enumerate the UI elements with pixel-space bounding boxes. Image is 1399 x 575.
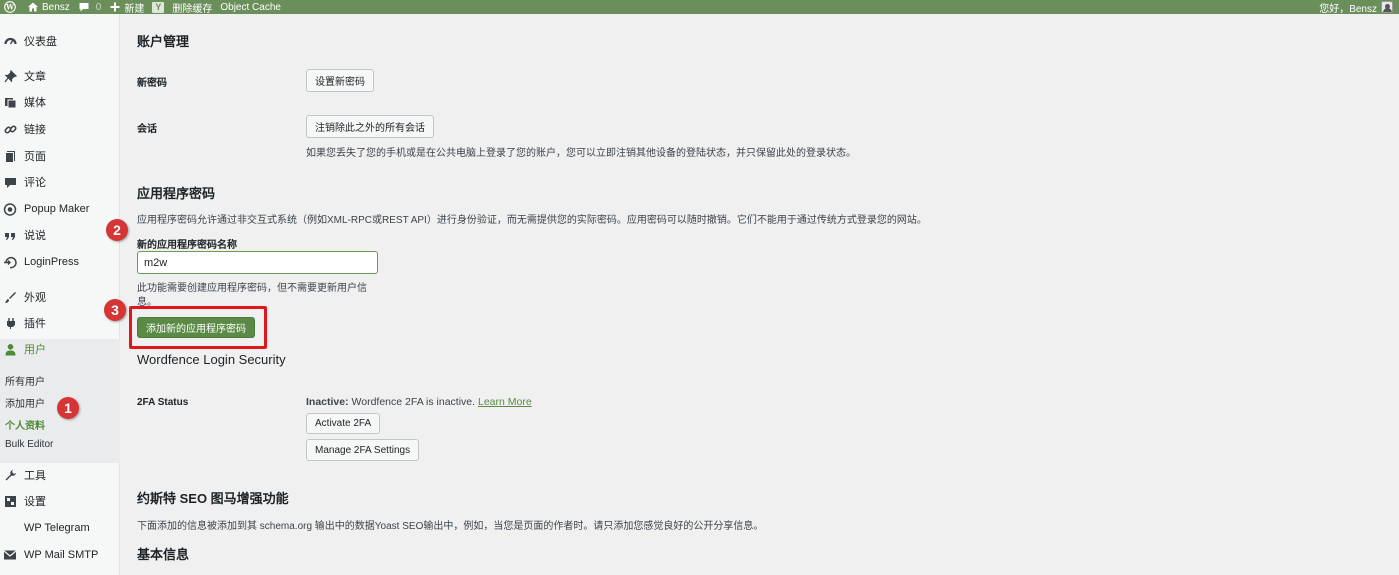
user-icon <box>3 342 17 356</box>
sessions-label: 会话 <box>137 124 157 135</box>
step-badge-2: 2 <box>106 219 128 241</box>
sidebar-item-appearance[interactable]: 外观 <box>0 286 120 308</box>
telegram-icon <box>3 521 17 535</box>
set-new-password-button[interactable]: 设置新密码 <box>306 69 374 92</box>
plugin-icon <box>3 316 17 330</box>
wordpress-logo-icon[interactable]: W <box>0 0 23 14</box>
app-passwords-section-title: 应用程序密码 <box>137 186 216 201</box>
sidebar-item-posts[interactable]: 文章 <box>0 65 120 87</box>
object-cache-link[interactable]: Object Cache <box>216 0 285 14</box>
submenu-bulk-editor[interactable]: Bulk Editor <box>5 439 53 450</box>
2fa-inactive-label: Inactive: <box>306 396 349 408</box>
media-icon <box>3 95 17 109</box>
app-password-help-line1: 此功能需要创建应用程序密码，但不需要更新用户信 <box>137 283 367 294</box>
sidebar-item-plugins[interactable]: 插件 <box>0 312 120 334</box>
sidebar-item-pages[interactable]: 页面 <box>0 145 120 167</box>
new-content-link[interactable]: 新建 <box>105 0 148 15</box>
plus-icon <box>110 2 120 12</box>
svg-text:W: W <box>5 3 14 12</box>
sidebar-item-wp-telegram[interactable]: WP Telegram <box>0 517 120 539</box>
yoast-description: 下面添加的信息被添加到其 schema.org 输出中的数据Yoast SEO输… <box>137 521 764 532</box>
account-greeting[interactable]: 您好，Bensz <box>1315 0 1397 15</box>
dashboard-icon <box>3 34 17 48</box>
sidebar-item-settings[interactable]: 设置 <box>0 490 120 512</box>
sidebar-item-users[interactable]: 用户 <box>0 338 120 360</box>
2fa-status-text: Inactive: Wordfence 2FA is inactive. Lea… <box>306 396 532 408</box>
yoast-menu[interactable]: Y <box>148 0 168 14</box>
sidebar-item-popup-maker[interactable]: Popup Maker <box>0 198 120 220</box>
step-badge-1: 1 <box>57 397 79 419</box>
2fa-inactive-text: Wordfence 2FA is inactive. <box>348 396 478 408</box>
home-icon <box>28 2 38 12</box>
app-password-name-label: 新的应用程序密码名称 <box>137 240 237 251</box>
yoast-icon: Y <box>152 1 165 13</box>
manage-2fa-settings-button[interactable]: Manage 2FA Settings <box>306 439 420 461</box>
sidebar-item-dashboard[interactable]: 仪表盘 <box>0 30 120 52</box>
pin-icon <box>3 69 17 83</box>
submenu-all-users[interactable]: 所有用户 <box>5 373 45 388</box>
settings-icon <box>3 494 17 508</box>
comments-link[interactable]: 0 <box>74 0 106 14</box>
wordfence-section-title: Wordfence Login Security <box>137 352 286 367</box>
sidebar-item-links[interactable]: 链接 <box>0 118 120 140</box>
sidebar-item-shuoshuo[interactable]: 说说 <box>0 224 120 246</box>
sidebar-item-wp-mail-smtp[interactable]: WP Mail SMTP <box>0 544 120 566</box>
sidebar-item-comments[interactable]: 评论 <box>0 171 120 193</box>
mail-icon <box>3 548 17 562</box>
add-button-highlight-box <box>129 306 267 349</box>
sidebar-item-loginpress[interactable]: LoginPress <box>0 251 120 273</box>
new-password-label: 新密码 <box>137 78 167 89</box>
learn-more-link[interactable]: Learn More <box>478 396 532 408</box>
purge-cache-link[interactable]: 删除缓存 <box>168 0 216 15</box>
admin-bar: W Bensz 0 新建 Y 删除缓存 Object Cache 您好，Bens… <box>0 0 1399 15</box>
wrench-icon <box>3 468 17 482</box>
profile-main: 账户管理 新密码 设置新密码 会话 注销除此之外的所有会话 如果您丢失了您的手机… <box>121 14 1399 575</box>
site-name-link[interactable]: Bensz <box>23 0 74 14</box>
submenu-add-user[interactable]: 添加用户 <box>5 395 45 410</box>
2fa-status-label: 2FA Status <box>137 397 189 408</box>
page-icon <box>3 149 17 163</box>
avatar <box>1381 1 1393 13</box>
comment-bubble-icon <box>79 3 89 12</box>
sidebar-item-tools[interactable]: 工具 <box>0 464 120 486</box>
basic-info-section-title: 基本信息 <box>137 547 190 562</box>
brush-icon <box>3 290 17 304</box>
account-section-title: 账户管理 <box>137 34 190 49</box>
app-password-name-input[interactable] <box>137 251 378 274</box>
step-badge-3: 3 <box>104 299 126 321</box>
yoast-section-title: 约斯特 SEO 图马增强功能 <box>137 491 289 506</box>
admin-sidebar: 仪表盘 文章 媒体 链接 页面 评论 Popup Maker 说说 LoginP… <box>0 14 120 575</box>
popup-icon <box>3 202 17 216</box>
logout-other-sessions-button[interactable]: 注销除此之外的所有会话 <box>306 115 434 138</box>
link-icon <box>3 122 17 136</box>
comment-icon <box>3 175 17 189</box>
quote-icon <box>3 228 17 242</box>
app-passwords-description: 应用程序密码允许通过非交互式系统（例如XML-RPC或REST API）进行身份… <box>137 215 927 226</box>
loginpress-icon <box>3 255 17 269</box>
sessions-description: 如果您丢失了您的手机或是在公共电脑上登录了您的账户，您可以立即注销其他设备的登陆… <box>306 148 856 159</box>
sidebar-item-media[interactable]: 媒体 <box>0 91 120 113</box>
submenu-profile[interactable]: 个人资料 <box>5 417 45 432</box>
activate-2fa-button[interactable]: Activate 2FA <box>306 413 381 434</box>
